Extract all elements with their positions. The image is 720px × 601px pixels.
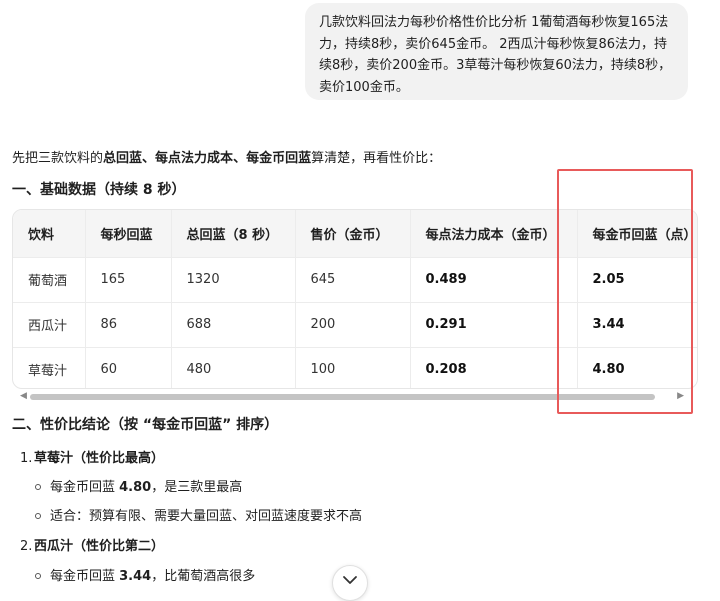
ranking-item-title: 西瓜汁（性价比第二） xyxy=(34,537,164,557)
bullet-value: 4.80 xyxy=(119,480,152,495)
table-header-cell: 每秒回蓝 xyxy=(85,210,172,257)
triangle-right-icon[interactable]: ▶ xyxy=(677,391,684,401)
bullet-text: 适合：预算有限、需要大量回蓝、对回蓝速度要求不高 xyxy=(50,509,363,524)
table-cell: 2.05 xyxy=(577,256,697,302)
table-cell: 480 xyxy=(171,346,296,388)
table-header-cell: 饮料 xyxy=(13,210,86,257)
ranking-title-text: 草莓汁（性价比最高） xyxy=(34,451,165,466)
table-cell: 645 xyxy=(295,256,411,302)
intro-term-per-gold: 每金币回蓝 xyxy=(246,151,312,166)
scrollbar-thumb[interactable] xyxy=(30,394,655,400)
user-message-bubble: 几款饮料回法力每秒价格性价比分析 1葡萄酒每秒恢复165法力，持续8秒，卖价64… xyxy=(305,3,688,100)
table-row: 葡萄酒 165 1320 645 0.489 2.05 xyxy=(13,256,697,302)
table-cell: 葡萄酒 xyxy=(13,256,86,302)
bullet-text: ，比葡萄酒高很多 xyxy=(151,569,256,584)
section-heading-conclusion: 二、性价比结论（按 “每金币回蓝” 排序） xyxy=(12,417,279,433)
table-header-cell: 每金币回蓝（点） xyxy=(577,210,697,257)
intro-text: 算清楚，再看性价比： xyxy=(311,151,442,166)
table-cell: 1320 xyxy=(171,256,296,302)
table-cell: 3.44 xyxy=(577,301,697,347)
chevron-down-icon xyxy=(343,576,357,584)
table-cell: 165 xyxy=(85,256,172,302)
table-cell: 0.291 xyxy=(410,301,578,347)
list-item: 每金币回蓝 4.80，是三款里最高 xyxy=(50,478,242,498)
table-cell: 60 xyxy=(85,346,172,388)
intro-term-cost: 每点法力成本 xyxy=(155,151,234,166)
list-number: 2. xyxy=(20,539,33,554)
intro-term-total: 总回蓝 xyxy=(103,151,143,166)
bullet-icon xyxy=(35,484,41,490)
table-cell: 688 xyxy=(171,301,296,347)
triangle-left-icon[interactable]: ◀ xyxy=(20,391,27,401)
table-cell: 86 xyxy=(85,301,172,347)
table-header-cell: 总回蓝（8 秒） xyxy=(171,210,296,257)
bullet-text: 每金币回蓝 xyxy=(50,569,120,584)
intro-paragraph: 先把三款饮料的总回蓝、每点法力成本、每金币回蓝算清楚，再看性价比： xyxy=(12,149,441,169)
list-item: 适合：预算有限、需要大量回蓝、对回蓝速度要求不高 xyxy=(50,507,362,527)
scroll-to-bottom-button[interactable] xyxy=(332,565,368,601)
ranking-item-title: 草莓汁（性价比最高） xyxy=(34,449,164,469)
user-message-text: 几款饮料回法力每秒价格性价比分析 1葡萄酒每秒恢复165法力，持续8秒，卖价64… xyxy=(319,15,672,95)
table-cell: 100 xyxy=(295,346,411,388)
table-row: 西瓜汁 86 688 200 0.291 3.44 xyxy=(13,301,697,347)
table-header-cell: 每点法力成本（金币） xyxy=(410,210,578,257)
data-table-container[interactable]: 饮料 每秒回蓝 总回蓝（8 秒） 售价（金币） 每点法力成本（金币） 每金币回蓝… xyxy=(12,209,698,389)
section-heading-basic-data: 一、基础数据（持续 8 秒） xyxy=(12,182,186,198)
bullet-icon xyxy=(35,573,41,579)
bullet-value: 3.44 xyxy=(119,569,152,584)
intro-sep: 、 xyxy=(233,151,247,166)
table-cell: 4.80 xyxy=(577,346,697,388)
bullet-text: ，是三款里最高 xyxy=(151,480,243,495)
table-row: 草莓汁 60 480 100 0.208 4.80 xyxy=(13,346,697,388)
list-item: 每金币回蓝 3.44，比葡萄酒高很多 xyxy=(50,567,255,587)
table-horizontal-scrollbar[interactable]: ◀ ▶ xyxy=(12,389,698,403)
list-number: 1. xyxy=(20,451,33,466)
intro-text: 先把三款饮料的 xyxy=(12,151,104,166)
table-cell: 西瓜汁 xyxy=(13,301,86,347)
table-header-cell: 售价（金币） xyxy=(295,210,411,257)
ranking-title-text: 西瓜汁（性价比第二） xyxy=(34,539,165,554)
table-cell: 200 xyxy=(295,301,411,347)
table-cell: 0.208 xyxy=(410,346,578,388)
table-cell: 草莓汁 xyxy=(13,346,86,388)
bullet-icon xyxy=(35,513,41,519)
bullet-text: 每金币回蓝 xyxy=(50,480,120,495)
data-table: 饮料 每秒回蓝 总回蓝（8 秒） 售价（金币） 每点法力成本（金币） 每金币回蓝… xyxy=(13,210,697,388)
table-cell: 0.489 xyxy=(410,256,578,302)
intro-sep: 、 xyxy=(142,151,156,166)
table-header-row: 饮料 每秒回蓝 总回蓝（8 秒） 售价（金币） 每点法力成本（金币） 每金币回蓝… xyxy=(13,210,697,257)
